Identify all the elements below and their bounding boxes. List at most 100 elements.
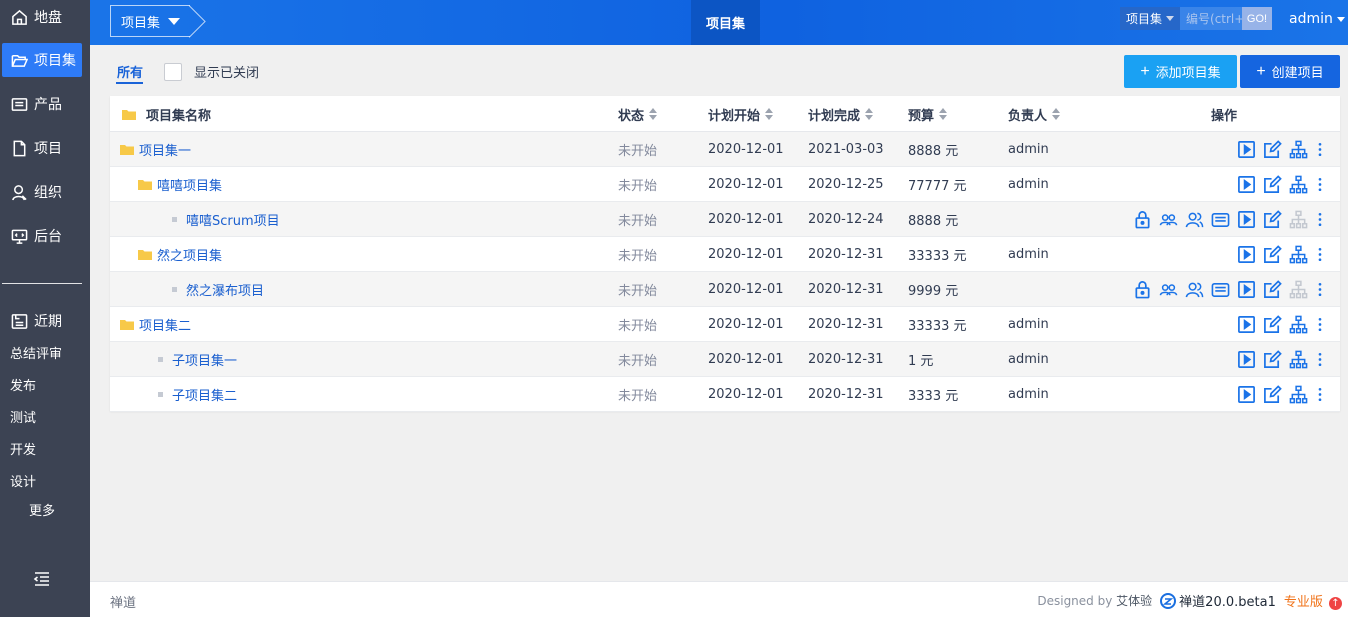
program-name-link[interactable]: 项目集一 bbox=[139, 140, 191, 159]
folder-icon bbox=[122, 109, 136, 120]
sidebar-item-label: 项目集 bbox=[34, 53, 76, 69]
lock-icon[interactable] bbox=[1132, 210, 1152, 230]
sidebar-item-program[interactable]: 项目集 bbox=[2, 43, 82, 77]
edit-icon[interactable] bbox=[1262, 385, 1282, 405]
column-budget[interactable]: 预算 bbox=[908, 96, 948, 132]
sidebar-item-recent[interactable]: 近期 bbox=[2, 304, 82, 338]
edit-icon[interactable] bbox=[1262, 315, 1282, 335]
cell-name: 嘻嘻项目集 bbox=[138, 167, 222, 202]
hierarchy-icon[interactable] bbox=[1288, 175, 1308, 195]
designer-name: 艾体验 bbox=[1116, 594, 1153, 608]
breadcrumb[interactable]: 项目集 bbox=[110, 5, 191, 37]
play-icon[interactable] bbox=[1236, 210, 1256, 230]
play-icon[interactable] bbox=[1236, 245, 1256, 265]
play-icon[interactable] bbox=[1236, 385, 1256, 405]
play-icon[interactable] bbox=[1236, 350, 1256, 370]
members-icon[interactable] bbox=[1184, 280, 1204, 300]
sidebar-item-admin[interactable]: 后台 bbox=[2, 219, 82, 253]
more-vertical-icon[interactable] bbox=[1314, 385, 1326, 405]
hierarchy-icon[interactable] bbox=[1288, 385, 1308, 405]
play-icon[interactable] bbox=[1236, 315, 1256, 335]
cell-budget: 77777 元 bbox=[908, 179, 967, 194]
version-link[interactable]: 禅道20.0.beta1 bbox=[1160, 591, 1276, 610]
lock-icon[interactable] bbox=[1132, 280, 1152, 300]
more-vertical-icon[interactable] bbox=[1314, 140, 1326, 160]
play-icon[interactable] bbox=[1236, 175, 1256, 195]
footer-home-link[interactable]: 禅道 bbox=[110, 592, 136, 611]
chevron-down-icon bbox=[1336, 16, 1345, 22]
program-name-link[interactable]: 子项目集一 bbox=[172, 350, 237, 369]
show-closed-toggle[interactable]: 显示已关闭 bbox=[164, 62, 259, 81]
cell-start: 2020-12-01 bbox=[708, 282, 784, 297]
cell-name: 然之项目集 bbox=[138, 237, 222, 272]
edit-icon[interactable] bbox=[1262, 140, 1282, 160]
sidebar-item-product[interactable]: 产品 bbox=[2, 87, 82, 121]
sidebar-sub-test[interactable]: 测试 bbox=[10, 407, 36, 426]
hierarchy-icon[interactable] bbox=[1288, 245, 1308, 265]
bullet-icon bbox=[172, 287, 177, 292]
edit-icon[interactable] bbox=[1262, 175, 1282, 195]
program-name-link[interactable]: 嘻嘻项目集 bbox=[157, 175, 222, 194]
row-actions bbox=[1236, 377, 1326, 412]
edit-icon[interactable] bbox=[1262, 280, 1282, 300]
cell-start: 2020-12-01 bbox=[708, 247, 784, 262]
edit-icon[interactable] bbox=[1262, 350, 1282, 370]
search-type-select[interactable]: 项目集 bbox=[1120, 7, 1181, 30]
hierarchy-icon[interactable] bbox=[1288, 350, 1308, 370]
more-vertical-icon[interactable] bbox=[1314, 315, 1326, 335]
create-project-button[interactable]: + 创建项目 bbox=[1240, 55, 1340, 88]
cell-end: 2020-12-31 bbox=[808, 282, 884, 297]
sidebar-item-project[interactable]: 项目 bbox=[2, 131, 82, 165]
tab-all[interactable]: 所有 bbox=[117, 62, 143, 81]
sort-icon bbox=[939, 108, 948, 120]
sidebar-sub-release[interactable]: 发布 bbox=[10, 375, 36, 394]
add-program-button[interactable]: + 添加项目集 bbox=[1124, 55, 1237, 88]
edition-link[interactable]: 专业版 ↑ bbox=[1284, 591, 1342, 610]
collapse-menu-icon[interactable] bbox=[33, 571, 51, 587]
recent-icon bbox=[10, 312, 28, 330]
edit-icon[interactable] bbox=[1262, 210, 1282, 230]
sidebar-item-org[interactable]: 组织 bbox=[2, 175, 82, 209]
cell-budget: 33333 元 bbox=[908, 249, 967, 264]
sidebar-item-dashboard[interactable]: 地盘 bbox=[2, 0, 82, 34]
column-end[interactable]: 计划完成 bbox=[808, 96, 874, 132]
program-name-link[interactable]: 然之项目集 bbox=[157, 245, 222, 264]
program-name-link[interactable]: 嘻嘻Scrum项目 bbox=[186, 210, 280, 229]
column-owner[interactable]: 负责人 bbox=[1008, 96, 1061, 132]
hierarchy-icon[interactable] bbox=[1288, 315, 1308, 335]
more-vertical-icon[interactable] bbox=[1314, 175, 1326, 195]
tab-program[interactable]: 项目集 bbox=[691, 0, 760, 45]
cell-start: 2020-12-01 bbox=[708, 142, 784, 157]
sidebar-sub-design[interactable]: 设计 bbox=[10, 471, 36, 490]
column-status[interactable]: 状态 bbox=[618, 96, 658, 132]
column-name[interactable]: 项目集名称 bbox=[122, 96, 211, 132]
column-start[interactable]: 计划开始 bbox=[708, 96, 774, 132]
column-label: 操作 bbox=[1211, 108, 1238, 124]
more-vertical-icon[interactable] bbox=[1314, 210, 1326, 230]
search-input[interactable] bbox=[1180, 7, 1243, 30]
product-link-icon[interactable] bbox=[1210, 210, 1230, 230]
program-name-link[interactable]: 然之瀑布项目 bbox=[186, 280, 264, 299]
sidebar-sub-dev[interactable]: 开发 bbox=[10, 439, 36, 458]
hierarchy-icon[interactable] bbox=[1288, 140, 1308, 160]
show-closed-label: 显示已关闭 bbox=[194, 66, 260, 81]
go-button[interactable]: GO! bbox=[1242, 7, 1273, 30]
cell-name: 项目集一 bbox=[120, 132, 191, 167]
members-icon[interactable] bbox=[1184, 210, 1204, 230]
team-icon[interactable] bbox=[1158, 280, 1178, 300]
table-header: 项目集名称 状态 计划开始 计划完成 预算 负责人 操作 bbox=[110, 96, 1340, 132]
team-icon[interactable] bbox=[1158, 210, 1178, 230]
user-menu[interactable]: admin bbox=[1289, 11, 1345, 27]
edit-icon[interactable] bbox=[1262, 245, 1282, 265]
play-icon[interactable] bbox=[1236, 280, 1256, 300]
sidebar-more[interactable]: 更多 bbox=[29, 500, 55, 519]
product-link-icon[interactable] bbox=[1210, 280, 1230, 300]
more-vertical-icon[interactable] bbox=[1314, 280, 1326, 300]
program-name-link[interactable]: 子项目集二 bbox=[172, 385, 237, 404]
sidebar-sub-review[interactable]: 总结评审 bbox=[10, 343, 62, 362]
show-closed-checkbox[interactable] bbox=[164, 62, 182, 81]
more-vertical-icon[interactable] bbox=[1314, 245, 1326, 265]
program-name-link[interactable]: 项目集二 bbox=[139, 315, 191, 334]
play-icon[interactable] bbox=[1236, 140, 1256, 160]
more-vertical-icon[interactable] bbox=[1314, 350, 1326, 370]
